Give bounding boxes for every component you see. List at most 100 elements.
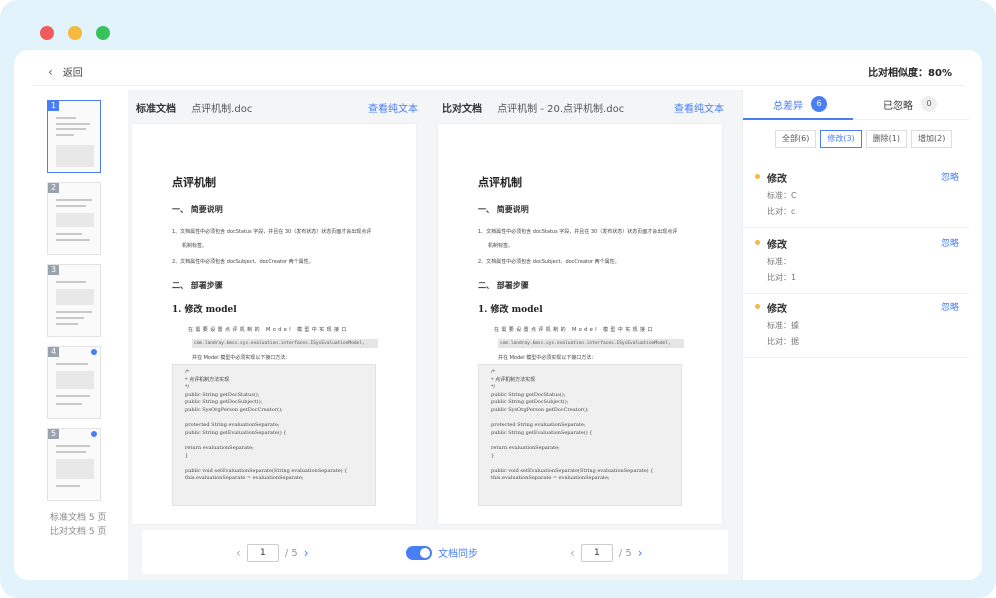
- thumbnail-page-2[interactable]: 2: [47, 182, 101, 255]
- doc-title: 点评机制: [172, 176, 216, 189]
- main-window: ‹ 返回 比对相似度：80% 1 2 3 4 5 标准文档 5 页 比对文档 5…: [14, 50, 982, 580]
- difference-tabs: 总差异 6 已忽略 0: [743, 90, 969, 120]
- doc-line: 并在 Model 模型中必须实现以下接口方法：: [498, 355, 597, 361]
- view-plain-text-link[interactable]: 查看纯文本: [674, 100, 724, 115]
- standard-value: 标准：: [767, 257, 791, 266]
- filter-added[interactable]: 增加(2): [911, 130, 953, 148]
- doc-title: 点评机制: [478, 176, 522, 189]
- view-plain-text-link[interactable]: 查看纯文本: [368, 100, 418, 115]
- thumbnail-number: 5: [48, 429, 60, 439]
- compare-value: 比对：1: [767, 273, 797, 282]
- ignore-button[interactable]: 忽略: [941, 236, 959, 249]
- difference-item[interactable]: 修改 忽略 标准：據 比对：据: [743, 300, 969, 358]
- code-line: /*: [185, 369, 190, 375]
- toggle-switch[interactable]: [406, 545, 432, 560]
- difference-item[interactable]: 修改 忽略 标准：C 比对：c: [743, 170, 969, 228]
- compare-value: 比对：c: [767, 207, 796, 216]
- compare-doc-label: 比对文档: [442, 104, 482, 115]
- document-sync-toggle[interactable]: 文档同步: [406, 545, 478, 560]
- chevron-left-icon: ‹: [48, 64, 53, 79]
- standard-page-count: 标准文档 5 页: [50, 513, 107, 523]
- code-line: protected String evaluationSeparate;: [185, 422, 280, 429]
- thumb-line: [56, 445, 90, 447]
- code-line: * 点评机制方法实现: [185, 376, 230, 383]
- thumb-line: [56, 485, 80, 487]
- active-tab-indicator: [743, 118, 853, 120]
- thumbnail-page-5[interactable]: 5: [47, 428, 101, 501]
- thumbnail-page-3[interactable]: 3: [47, 264, 101, 337]
- code-line: protected String evaluationSeparate;: [491, 422, 586, 429]
- modified-dot-icon: [755, 174, 760, 179]
- modified-dot-icon: [755, 304, 760, 309]
- highlighted-class-name: com.landray.kmss.sys.evaluation.interfac…: [192, 339, 378, 348]
- page-number-input[interactable]: 1: [246, 544, 279, 562]
- close-window-dot[interactable]: [40, 26, 54, 40]
- code-line: }: [491, 452, 495, 459]
- ignore-button[interactable]: 忽略: [941, 300, 959, 313]
- sync-label: 文档同步: [438, 549, 478, 560]
- thumb-code-block: [56, 459, 94, 479]
- next-page-icon[interactable]: ›: [304, 546, 309, 560]
- compare-pager: ‹ 1 / 5 ›: [570, 544, 643, 562]
- thumb-line: [56, 311, 92, 313]
- code-line: return evaluationSeparate;: [491, 444, 560, 451]
- prev-page-icon[interactable]: ‹: [236, 546, 241, 560]
- prev-page-icon[interactable]: ‹: [570, 546, 575, 560]
- thumbnail-page-1[interactable]: 1: [47, 100, 101, 173]
- section-heading: 一、 简要说明: [172, 205, 223, 214]
- doc-line: 机制标签。: [488, 243, 514, 249]
- compare-page-count: 比对文档 5 页: [50, 527, 107, 537]
- filter-deleted[interactable]: 删除(1): [865, 130, 908, 148]
- standard-doc-header: 标准文档 点评机制.doc 查看纯文本: [136, 100, 426, 120]
- standard-pager: ‹ 1 / 5 ›: [236, 544, 309, 562]
- doc-line: 在需要设置点评机制的 Model 模型中实现接口: [188, 327, 349, 333]
- maximize-window-dot[interactable]: [96, 26, 110, 40]
- thumbnail-number: 1: [48, 101, 60, 111]
- code-line: public void setEvaluationSeparate(String…: [185, 467, 348, 474]
- thumb-line: [56, 123, 90, 125]
- thumbnail-page-4[interactable]: 4: [47, 346, 101, 419]
- filter-modified[interactable]: 修改(3): [820, 130, 862, 148]
- thumb-line: [56, 451, 86, 453]
- doc-line: 2、文档属性中必须包含 docSubject、docCreator 两个属性。: [478, 259, 620, 265]
- doc-line: 机制标签。: [182, 243, 208, 249]
- thumb-code-block: [56, 213, 94, 227]
- code-line: }: [185, 452, 189, 459]
- page-number-input[interactable]: 1: [580, 544, 613, 562]
- thumb-line: [56, 233, 82, 235]
- tab-total-differences[interactable]: 总差异 6: [773, 96, 827, 112]
- thumb-code-block: [56, 289, 94, 305]
- tab-label: 已忽略: [883, 100, 913, 112]
- thumb-line: [56, 395, 90, 397]
- ignore-button[interactable]: 忽略: [941, 170, 959, 183]
- thumb-line: [56, 205, 86, 207]
- next-page-icon[interactable]: ›: [638, 546, 643, 560]
- minimize-window-dot[interactable]: [68, 26, 82, 40]
- difference-filters: 全部(6) 修改(3) 删除(1) 增加(2): [775, 130, 956, 148]
- modified-dot-icon: [755, 240, 760, 245]
- back-label: 返回: [62, 68, 83, 79]
- thumb-line: [56, 117, 76, 119]
- code-line: public String getDocSubject();: [185, 399, 263, 406]
- diff-marker: [91, 431, 97, 437]
- code-line: */: [491, 384, 496, 391]
- standard-value: 标准：據: [767, 321, 799, 330]
- tab-ignored[interactable]: 已忽略 0: [883, 96, 937, 112]
- back-button[interactable]: ‹ 返回: [48, 64, 83, 80]
- thumbnail-number: 4: [48, 347, 60, 357]
- count-badge: 6: [811, 96, 827, 112]
- thumbnail-number: 2: [48, 183, 60, 193]
- section-heading: 二、 部署步骤: [478, 281, 529, 290]
- filter-all[interactable]: 全部(6): [775, 130, 817, 148]
- app-frame: ‹ 返回 比对相似度：80% 1 2 3 4 5 标准文档 5 页 比对文档 5…: [0, 0, 996, 598]
- code-line: this.evaluationSeparate = evaluationSepa…: [491, 475, 610, 482]
- difference-item[interactable]: 修改 忽略 标准： 比对：1: [743, 236, 969, 294]
- code-line: public String getDocSubject();: [491, 399, 569, 406]
- thumb-line: [56, 199, 92, 201]
- code-line: public SysOrgPerson getDocCreator();: [185, 406, 283, 413]
- code-line: public String getEvaluationSeparate() {: [491, 429, 593, 436]
- standard-document-column: 标准文档 点评机制.doc 查看纯文本 点评机制 一、 简要说明 1、文档属性中…: [128, 90, 424, 530]
